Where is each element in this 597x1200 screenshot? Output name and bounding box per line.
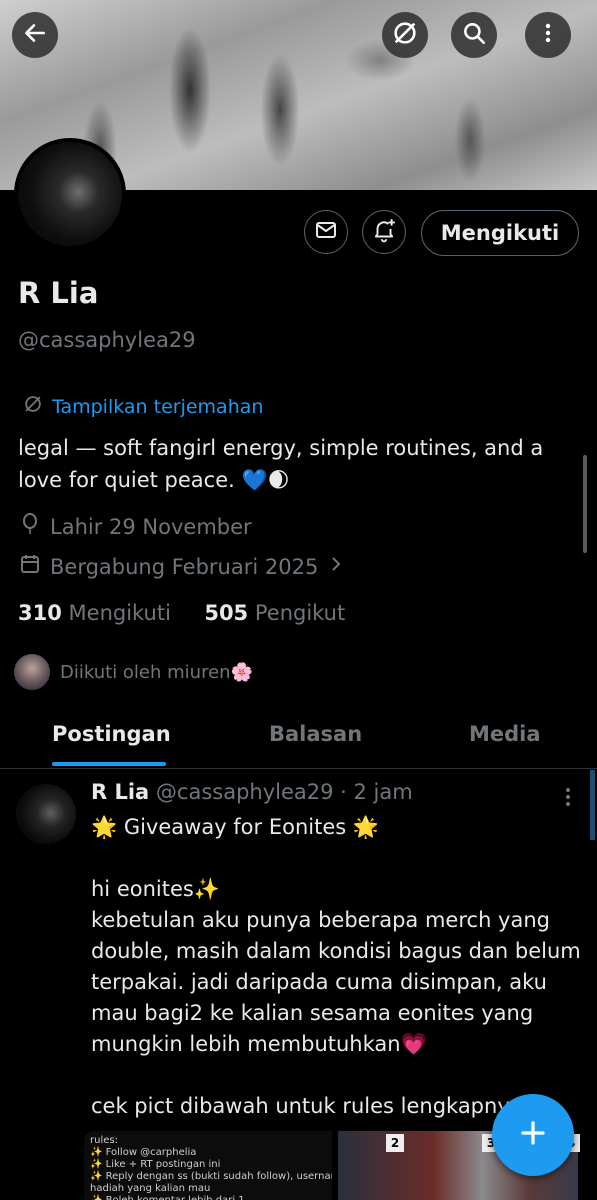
card-number: 2 [386,1134,404,1152]
search-button[interactable] [451,12,497,58]
back-button[interactable] [12,12,58,58]
joined-row[interactable]: Bergabung Februari 2025 [20,553,344,580]
profile-handle: @cassaphylea29 [18,328,196,352]
following-count: 310 [18,601,62,625]
translate-slash-icon [391,19,419,51]
joined-text: Bergabung Februari 2025 [50,554,319,579]
arrow-left-icon [22,20,48,50]
profile-avatar[interactable] [14,138,126,250]
scrollbar[interactable] [590,770,595,840]
follower-avatar [14,654,50,690]
bell-plus-icon [371,217,397,247]
tab-posts[interactable]: Postingan [52,722,171,746]
birthday-row: Lahir 29 November [20,512,252,541]
balloon-icon [20,512,40,541]
followers-count: 505 [204,601,249,625]
compose-post-button[interactable] [492,1094,574,1176]
post-more-button[interactable] [558,785,578,813]
tabs-divider [0,768,597,769]
post-header: R Lia @cassaphylea29 · 2 jam [91,780,413,804]
post-handle-time: @cassaphylea29 · 2 jam [155,780,413,804]
followed-by-text: Diikuti oleh miuren🌸 [60,661,253,683]
active-tab-indicator [52,762,166,766]
translate-icon [22,393,44,420]
calendar-icon [20,553,40,580]
profile-name: R Lia [18,276,99,310]
chevron-right-icon [328,554,344,579]
message-button[interactable] [304,210,348,254]
following-button[interactable]: Mengikuti [421,210,579,256]
more-vertical-icon [536,21,560,49]
tab-media[interactable]: Media [469,722,541,746]
post-author-name[interactable]: R Lia [91,780,149,804]
translate-toggle-button[interactable] [382,12,428,58]
tab-replies[interactable]: Balasan [269,722,362,746]
post-text: 🌟 Giveaway for Eonites 🌟 hi eonites✨ keb… [91,815,581,1118]
show-translation-label: Tampilkan terjemahan [52,395,264,418]
notify-button[interactable] [362,210,406,254]
followers-stat[interactable]: 505 Pengikut [204,601,345,625]
profile-bio: legal — soft fangirl energy, simple rout… [18,436,544,492]
plus-icon [518,1118,548,1152]
show-translation-link[interactable]: Tampilkan terjemahan [22,393,263,420]
scrollbar[interactable] [583,455,587,553]
followed-by-row[interactable]: Diikuti oleh miuren🌸 [14,654,253,690]
search-icon [461,20,487,50]
mail-icon [314,218,338,246]
post-image-rules[interactable]: rules: ✨ Follow @carphelia ✨ Like + RT p… [84,1131,332,1200]
follow-stats: 310 Mengikuti 505 Pengikut [18,601,345,625]
more-vertical-icon [558,788,578,813]
birthday-text: Lahir 29 November [50,514,252,539]
more-options-button[interactable] [525,12,571,58]
post-avatar[interactable] [16,784,76,844]
followers-label: Pengikut [254,601,346,625]
following-label: Mengikuti [68,601,171,625]
following-stat[interactable]: 310 Mengikuti [18,601,171,625]
